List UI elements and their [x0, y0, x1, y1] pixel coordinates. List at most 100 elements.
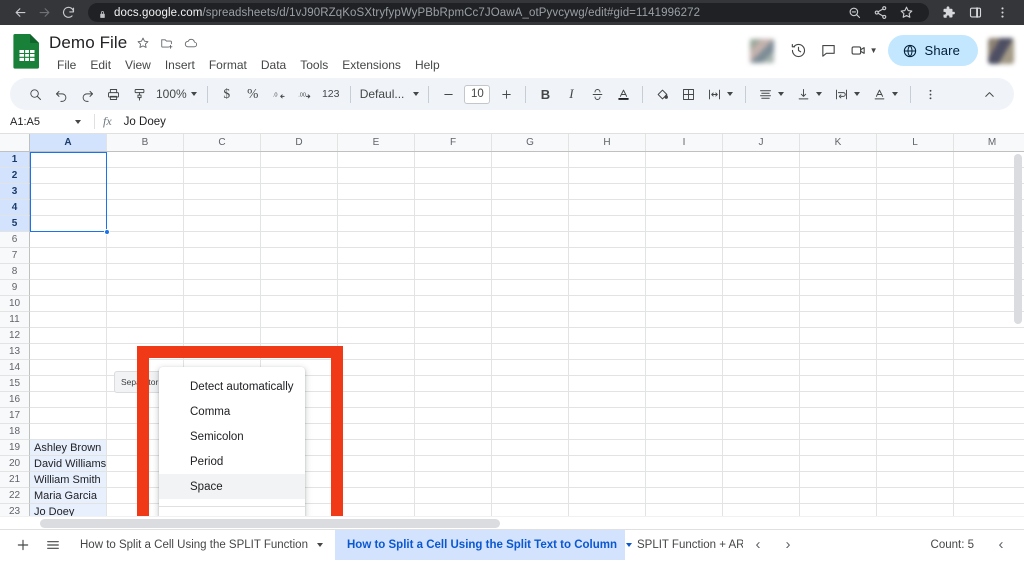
cell-J10[interactable] — [723, 360, 800, 376]
row-header[interactable]: 19 — [0, 440, 30, 456]
cell-I1[interactable] — [646, 504, 723, 516]
cell-L11[interactable] — [877, 344, 954, 360]
bookmark-star-icon[interactable] — [893, 1, 919, 25]
cell-B21[interactable] — [107, 184, 184, 200]
cell-L1[interactable] — [877, 504, 954, 516]
cell-B18[interactable] — [107, 232, 184, 248]
cell-E11[interactable] — [338, 344, 415, 360]
cell-A2[interactable]: Maria Garcia — [30, 488, 107, 504]
cell-L15[interactable] — [877, 280, 954, 296]
row-header[interactable]: 1 — [0, 152, 30, 168]
menu-tools[interactable]: Tools — [293, 56, 335, 74]
cell-K5[interactable] — [800, 440, 877, 456]
cell-K19[interactable] — [800, 216, 877, 232]
decrease-decimal-icon[interactable]: .0 — [266, 81, 292, 107]
cell-J18[interactable] — [723, 232, 800, 248]
undo-icon[interactable] — [48, 81, 74, 107]
cell-G15[interactable] — [492, 280, 569, 296]
add-sheet-button[interactable] — [8, 530, 38, 560]
cloud-saved-icon[interactable] — [179, 31, 203, 55]
cell-L23[interactable] — [877, 152, 954, 168]
cell-K21[interactable] — [800, 184, 877, 200]
cell-F18[interactable] — [415, 232, 492, 248]
cell-H23[interactable] — [569, 152, 646, 168]
column-header-f[interactable]: F — [415, 134, 492, 151]
cell-H4[interactable] — [569, 456, 646, 472]
menu-edit[interactable]: Edit — [83, 56, 118, 74]
cell-K7[interactable] — [800, 408, 877, 424]
cell-C11[interactable] — [184, 344, 261, 360]
menu-item-period[interactable]: Period — [159, 449, 305, 474]
cell-E7[interactable] — [338, 408, 415, 424]
cell-K23[interactable] — [800, 152, 877, 168]
cell-G12[interactable] — [492, 328, 569, 344]
cell-H1[interactable] — [569, 504, 646, 516]
cell-I17[interactable] — [646, 248, 723, 264]
forward-button[interactable] — [32, 1, 56, 25]
cell-E8[interactable] — [338, 392, 415, 408]
cell-B20[interactable] — [107, 200, 184, 216]
cell-A14[interactable] — [30, 296, 107, 312]
cell-E12[interactable] — [338, 328, 415, 344]
sheet-tab-split-function[interactable]: How to Split a Cell Using the SPLIT Func… — [68, 530, 335, 560]
cell-J5[interactable] — [723, 440, 800, 456]
cell-H21[interactable] — [569, 184, 646, 200]
version-history-icon[interactable] — [784, 36, 814, 66]
menu-item-semicolon[interactable]: Semicolon — [159, 424, 305, 449]
all-sheets-button[interactable] — [38, 530, 68, 560]
decrease-font-size-icon[interactable] — [435, 81, 461, 107]
cell-J16[interactable] — [723, 264, 800, 280]
cell-G8[interactable] — [492, 392, 569, 408]
cell-J19[interactable] — [723, 216, 800, 232]
cell-A23[interactable] — [30, 152, 107, 168]
row-header[interactable]: 15 — [0, 376, 30, 392]
extensions-puzzle-icon[interactable] — [935, 1, 962, 25]
text-rotation-icon[interactable] — [866, 81, 892, 107]
row-header[interactable]: 23 — [0, 504, 30, 516]
strikethrough-icon[interactable] — [584, 81, 610, 107]
cell-G5[interactable] — [492, 440, 569, 456]
cell-H19[interactable] — [569, 216, 646, 232]
cell-G7[interactable] — [492, 408, 569, 424]
cell-G4[interactable] — [492, 456, 569, 472]
cell-L3[interactable] — [877, 472, 954, 488]
cell-H17[interactable] — [569, 248, 646, 264]
cell-E10[interactable] — [338, 360, 415, 376]
cell-D23[interactable] — [261, 152, 338, 168]
cell-F20[interactable] — [415, 200, 492, 216]
cell-L19[interactable] — [877, 216, 954, 232]
row-header[interactable]: 4 — [0, 200, 30, 216]
column-header-e[interactable]: E — [338, 134, 415, 151]
cell-E14[interactable] — [338, 296, 415, 312]
menu-format[interactable]: Format — [202, 56, 254, 74]
column-header-d[interactable]: D — [261, 134, 338, 151]
cell-L9[interactable] — [877, 376, 954, 392]
cell-J23[interactable] — [723, 152, 800, 168]
cell-J13[interactable] — [723, 312, 800, 328]
cell-E1[interactable] — [338, 504, 415, 516]
merge-dropdown-caret[interactable] — [727, 92, 734, 96]
cell-C21[interactable] — [184, 184, 261, 200]
cell-G22[interactable] — [492, 168, 569, 184]
cell-C16[interactable] — [184, 264, 261, 280]
menu-item-custom[interactable]: Custom — [159, 514, 305, 516]
cell-I3[interactable] — [646, 472, 723, 488]
cell-M6[interactable] — [954, 424, 1024, 440]
vertical-align-caret[interactable] — [816, 92, 823, 96]
row-header[interactable]: 13 — [0, 344, 30, 360]
cell-E5[interactable] — [338, 440, 415, 456]
cell-F3[interactable] — [415, 472, 492, 488]
cell-M1[interactable] — [954, 504, 1024, 516]
cell-E6[interactable] — [338, 424, 415, 440]
share-icon[interactable] — [867, 1, 893, 25]
cell-C18[interactable] — [184, 232, 261, 248]
print-icon[interactable] — [100, 81, 126, 107]
cell-L10[interactable] — [877, 360, 954, 376]
cell-D11[interactable] — [261, 344, 338, 360]
menu-item-detect-automatically[interactable]: Detect automatically — [159, 374, 305, 399]
next-sheet-arrow[interactable]: › — [773, 530, 803, 560]
collaborator-avatar[interactable] — [749, 38, 774, 63]
more-number-formats-button[interactable]: 123 — [318, 81, 344, 107]
cell-H5[interactable] — [569, 440, 646, 456]
cell-G18[interactable] — [492, 232, 569, 248]
